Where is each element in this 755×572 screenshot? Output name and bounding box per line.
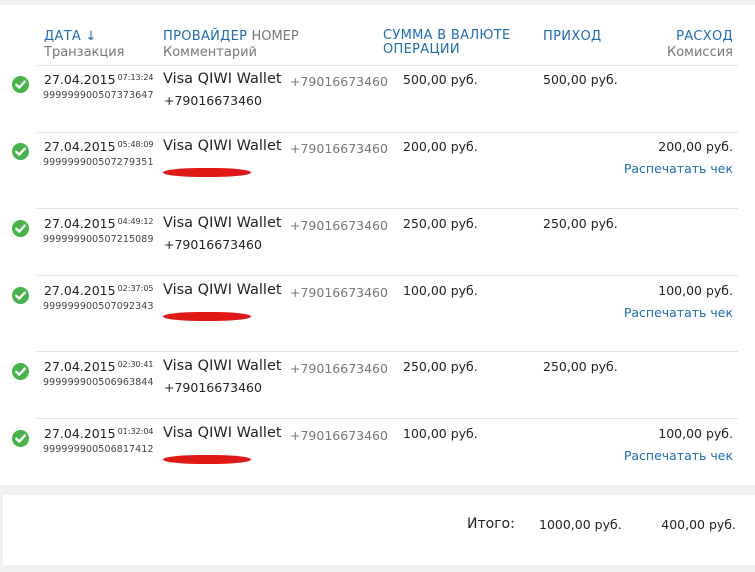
date-value: 27.04.2015	[44, 216, 116, 231]
column-header-expense: РАСХОД Комиссия	[667, 29, 733, 61]
column-header-income[interactable]: ПРИХОД	[543, 29, 601, 45]
time-value: 05:48:09	[117, 140, 154, 149]
time-value: 07:13:24	[117, 73, 154, 82]
totals-label: Итого:	[467, 516, 515, 532]
transaction-row[interactable]: 27.04.2015 02:37:05 999999900507092343 Visa…	[0, 275, 755, 341]
operation-sum: 500,00 руб.	[403, 72, 478, 87]
time-value: 01:32:04	[117, 427, 154, 436]
redacted-comment	[163, 312, 251, 321]
provider-name[interactable]: Visa QIWI Wallet	[163, 138, 282, 154]
transaction-id: 999999900506963844	[43, 377, 154, 388]
transactions-panel: ДАТА ↓ Транзакция ПРОВАЙДЕР НОМЕР Коммен…	[0, 5, 755, 485]
redacted-comment	[163, 168, 251, 177]
provider-name[interactable]: Visa QIWI Wallet	[163, 425, 282, 441]
transaction-date: 27.04.2015 02:30:41	[44, 359, 154, 374]
provider-name[interactable]: Visa QIWI Wallet	[163, 215, 282, 231]
date-value: 27.04.2015	[44, 359, 116, 374]
totals-income: 1000,00 руб.	[539, 517, 622, 532]
check-circle-icon	[12, 76, 29, 93]
header-provider-label[interactable]: ПРОВАЙДЕР	[163, 29, 247, 44]
header-number-label: НОМЕР	[251, 29, 299, 44]
print-receipt-link[interactable]: Распечатать чек	[624, 448, 733, 463]
header-expense-label[interactable]: РАСХОД	[667, 29, 733, 45]
transaction-comment: +79016673460	[164, 93, 262, 108]
transaction-date: 27.04.2015 07:13:24	[44, 72, 154, 87]
income-amount: 250,00 руб.	[543, 359, 618, 374]
operation-sum: 250,00 руб.	[403, 216, 478, 231]
date-value: 27.04.2015	[44, 283, 116, 298]
operation-sum: 200,00 руб.	[403, 139, 478, 154]
header-income-label[interactable]: ПРИХОД	[543, 29, 601, 45]
income-amount: 250,00 руб.	[543, 216, 618, 231]
check-circle-icon	[12, 430, 29, 447]
sort-date-link[interactable]: ДАТА ↓	[44, 29, 125, 45]
expense-amount: 200,00 руб.	[658, 139, 733, 154]
date-value: 27.04.2015	[44, 426, 116, 441]
account-number: +79016673460	[290, 285, 388, 300]
provider-name[interactable]: Visa QIWI Wallet	[163, 358, 282, 374]
transaction-row[interactable]: 27.04.2015 04:49:12 999999900507215089 Visa…	[0, 208, 755, 274]
print-receipt-link[interactable]: Распечатать чек	[624, 305, 733, 320]
account-number: +79016673460	[290, 218, 388, 233]
header-comment-label: Комментарий	[163, 45, 257, 60]
transaction-id: 999999900506817412	[43, 444, 154, 455]
provider-name[interactable]: Visa QIWI Wallet	[163, 71, 282, 87]
account-number: +79016673460	[290, 141, 388, 156]
time-value: 02:37:05	[117, 284, 154, 293]
transaction-id: 999999900507373647	[43, 90, 154, 101]
transaction-id: 999999900507279351	[43, 157, 154, 168]
operation-sum: 100,00 руб.	[403, 426, 478, 441]
operation-sum: 250,00 руб.	[403, 359, 478, 374]
transaction-row[interactable]: 27.04.2015 05:48:09 999999900507279351 Visa…	[0, 131, 755, 197]
transaction-row[interactable]: 27.04.2015 07:13:24 999999900507373647 Visa…	[0, 64, 755, 130]
transaction-date: 27.04.2015 02:37:05	[44, 283, 154, 298]
redacted-comment	[163, 455, 251, 464]
header-sum-line2[interactable]: ОПЕРАЦИИ	[383, 43, 523, 57]
column-header-provider: ПРОВАЙДЕР НОМЕР Комментарий	[163, 29, 299, 61]
header-transaction-label: Транзакция	[44, 45, 125, 60]
income-amount: 500,00 руб.	[543, 72, 618, 87]
transaction-comment: +79016673460	[164, 380, 262, 395]
operation-sum: 100,00 руб.	[403, 283, 478, 298]
column-header-date[interactable]: ДАТА ↓ Транзакция	[44, 29, 125, 61]
date-value: 27.04.2015	[44, 139, 116, 154]
expense-amount: 100,00 руб.	[658, 426, 733, 441]
account-number: +79016673460	[290, 361, 388, 376]
transaction-date: 27.04.2015 04:49:12	[44, 216, 154, 231]
transaction-row[interactable]: 27.04.2015 02:30:41 999999900506963844 Visa…	[0, 351, 755, 417]
provider-name[interactable]: Visa QIWI Wallet	[163, 282, 282, 298]
transaction-row[interactable]: 27.04.2015 01:32:04 999999900506817412 Visa…	[0, 418, 755, 484]
transaction-date: 27.04.2015 05:48:09	[44, 139, 154, 154]
account-number: +79016673460	[290, 428, 388, 443]
expense-amount: 100,00 руб.	[658, 283, 733, 298]
transaction-date: 27.04.2015 01:32:04	[44, 426, 154, 441]
totals-expense: 400,00 руб.	[661, 517, 736, 532]
print-receipt-link[interactable]: Распечатать чек	[624, 161, 733, 176]
check-circle-icon	[12, 363, 29, 380]
check-circle-icon	[12, 143, 29, 160]
time-value: 02:30:41	[117, 360, 154, 369]
totals-panel: Итого: 1000,00 руб. 400,00 руб.	[3, 495, 755, 565]
transaction-comment: +79016673460	[164, 237, 262, 252]
check-circle-icon	[12, 287, 29, 304]
date-value: 27.04.2015	[44, 72, 116, 87]
header-sum-line1[interactable]: СУММА В ВАЛЮТЕ	[383, 29, 523, 43]
column-header-sum[interactable]: СУММА В ВАЛЮТЕ ОПЕРАЦИИ	[383, 29, 523, 57]
account-number: +79016673460	[290, 74, 388, 89]
transaction-id: 999999900507092343	[43, 301, 154, 312]
transaction-id: 999999900507215089	[43, 234, 154, 245]
time-value: 04:49:12	[117, 217, 154, 226]
header-commission-label: Комиссия	[666, 45, 733, 60]
check-circle-icon	[12, 220, 29, 237]
